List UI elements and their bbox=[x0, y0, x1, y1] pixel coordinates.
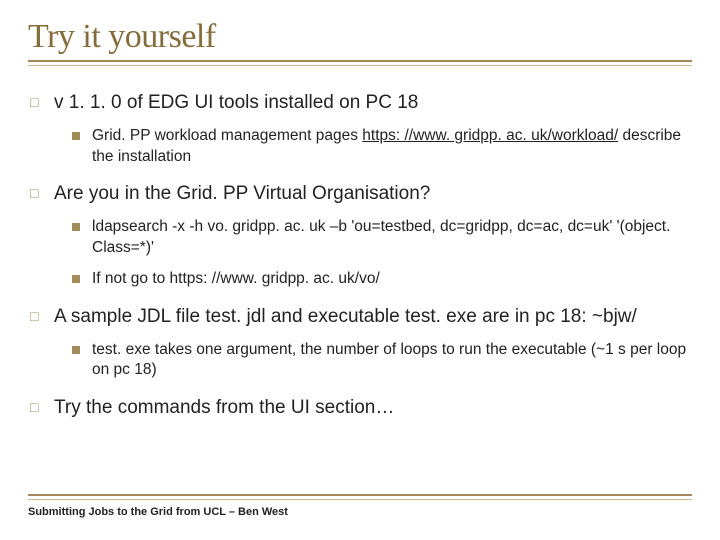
bullet-item-lvl2: If not go to https: //www. gridpp. ac. u… bbox=[72, 269, 692, 290]
bullet-text: If not go to https: //www. gridpp. ac. u… bbox=[92, 269, 380, 290]
slide-footer: Submitting Jobs to the Grid from UCL – B… bbox=[28, 506, 692, 530]
bullet-text: Try the commands from the UI section… bbox=[54, 395, 394, 421]
slide-title: Try it yourself bbox=[28, 18, 692, 56]
footer-divider bbox=[28, 494, 692, 500]
bullet-text: ldapsearch -x -h vo. gridpp. ac. uk –b '… bbox=[92, 217, 692, 259]
square-filled-icon bbox=[72, 346, 80, 354]
square-outline-icon: □ bbox=[30, 185, 42, 201]
bullet-item-lvl1: □ v 1. 1. 0 of EDG UI tools installed on … bbox=[30, 90, 692, 116]
slide-container: Try it yourself □ v 1. 1. 0 of EDG UI too… bbox=[0, 0, 720, 540]
bullet-text: Grid. PP workload management pages https… bbox=[92, 126, 692, 168]
hyperlink[interactable]: https: //www. gridpp. ac. uk/workload/ bbox=[362, 127, 618, 144]
bullet-text: A sample JDL file test. jdl and executab… bbox=[54, 304, 637, 330]
square-filled-icon bbox=[72, 275, 80, 283]
square-outline-icon: □ bbox=[30, 308, 42, 324]
bullet-item-lvl2: test. exe takes one argument, the number… bbox=[72, 340, 692, 382]
bullet-item-lvl1: □ A sample JDL file test. jdl and executa… bbox=[30, 304, 692, 330]
bullet-item-lvl1: □ Are you in the Grid. PP Virtual Organis… bbox=[30, 181, 692, 207]
bullet-text: v 1. 1. 0 of EDG UI tools installed on P… bbox=[54, 90, 418, 116]
bullet-item-lvl2: ldapsearch -x -h vo. gridpp. ac. uk –b '… bbox=[72, 217, 692, 259]
bullet-item-lvl1: □ Try the commands from the UI section… bbox=[30, 395, 692, 421]
bullet-text: Are you in the Grid. PP Virtual Organisa… bbox=[54, 181, 430, 207]
bullet-item-lvl2: Grid. PP workload management pages https… bbox=[72, 126, 692, 168]
square-filled-icon bbox=[72, 223, 80, 231]
slide-content: □ v 1. 1. 0 of EDG UI tools installed on … bbox=[28, 76, 692, 490]
bullet-text: test. exe takes one argument, the number… bbox=[92, 340, 692, 382]
square-outline-icon: □ bbox=[30, 399, 42, 415]
title-divider bbox=[28, 60, 692, 66]
square-outline-icon: □ bbox=[30, 94, 42, 110]
square-filled-icon bbox=[72, 132, 80, 140]
